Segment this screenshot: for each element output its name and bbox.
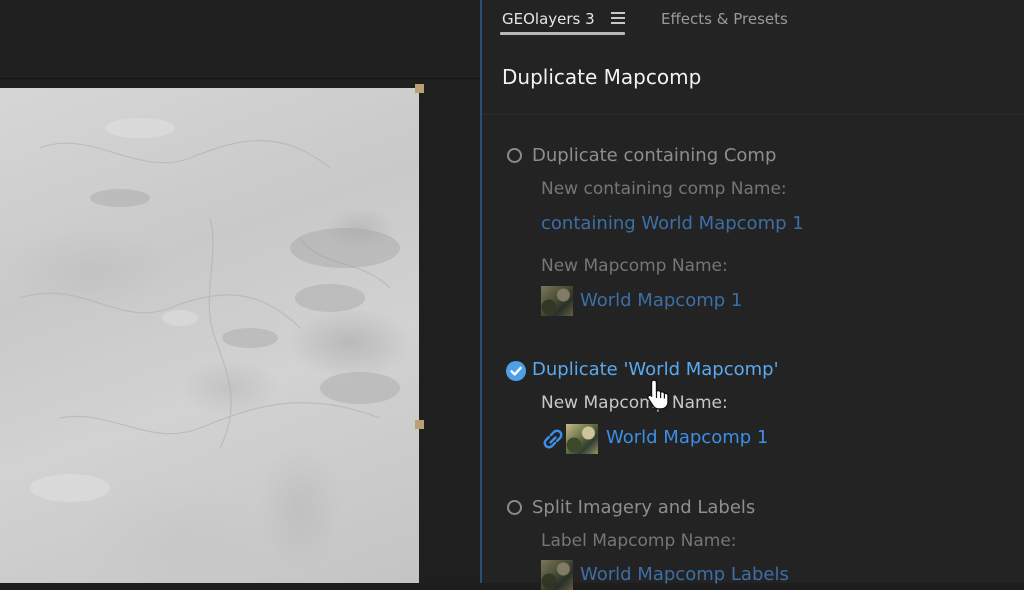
new-mapcomp-name-value[interactable]: World Mapcomp 1 [606, 427, 768, 448]
panel-title: Duplicate Mapcomp [502, 65, 702, 89]
new-mapcomp-name-label: New Mapcomp Name: [541, 393, 728, 413]
tab-geolayers[interactable]: GEOlayers 3 [502, 10, 595, 28]
header-separator [482, 114, 1024, 115]
containing-comp-name-label: New containing comp Name: [541, 179, 787, 199]
composition-viewer [0, 0, 480, 583]
check-circle-icon[interactable] [506, 361, 526, 381]
label-mapcomp-name-value[interactable]: World Mapcomp Labels [580, 564, 789, 585]
map-texture [19, 118, 400, 502]
mapcomp-name-label: New Mapcomp Name: [541, 256, 728, 276]
radio-split-imagery-labels[interactable] [507, 500, 522, 515]
map-thumbnail-icon [566, 424, 598, 454]
link-icon[interactable] [541, 428, 565, 450]
map-thumbnail-icon [541, 286, 573, 316]
transform-handle-middle-right[interactable] [415, 420, 424, 429]
option-duplicate-world-mapcomp[interactable]: Duplicate 'World Mapcomp' [532, 359, 779, 380]
hand-pointer-icon [647, 379, 669, 410]
viewer-toolbar [0, 0, 480, 79]
option-split-imagery-labels[interactable]: Split Imagery and Labels [532, 497, 755, 518]
containing-comp-name-value[interactable]: containing World Mapcomp 1 [541, 213, 804, 234]
transform-handle-top-right[interactable] [415, 84, 424, 93]
map-canvas-layer[interactable] [0, 88, 419, 583]
tab-effects-presets[interactable]: Effects & Presets [661, 10, 788, 28]
radio-duplicate-containing-comp[interactable] [507, 148, 522, 163]
active-tab-indicator [500, 32, 625, 35]
map-thumbnail-icon [541, 560, 573, 590]
mapcomp-name-value[interactable]: World Mapcomp 1 [580, 290, 742, 311]
hamburger-menu-icon[interactable] [611, 12, 625, 24]
label-mapcomp-name-label: Label Mapcomp Name: [541, 531, 737, 551]
option-duplicate-containing-comp[interactable]: Duplicate containing Comp [532, 145, 776, 166]
